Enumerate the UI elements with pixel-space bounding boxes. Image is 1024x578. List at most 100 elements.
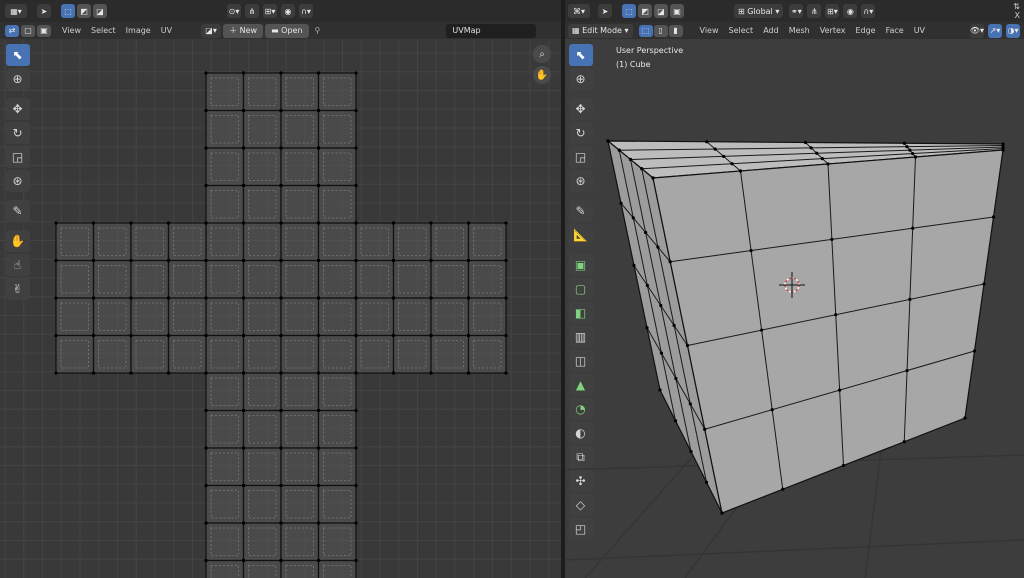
loop-cut-icon[interactable]: ▥ [568, 326, 593, 348]
uv-vertex [504, 296, 508, 300]
knife-icon[interactable]: ◫ [568, 350, 593, 372]
select-box-icon[interactable]: ⬉ [568, 44, 593, 66]
snap-increment-icon[interactable]: ⊞▾ [263, 4, 277, 18]
annotate-icon[interactable]: ✎ [5, 200, 30, 222]
menu-mesh[interactable]: Mesh [784, 22, 815, 39]
smooth-icon[interactable]: ◐ [568, 422, 593, 444]
select-extra-icon[interactable]: ▣ [670, 4, 684, 18]
uv-sync-icon[interactable]: ⇄ [5, 24, 19, 37]
editor-type-icon[interactable]: ⌘▾ [568, 4, 590, 18]
menu-vertex[interactable]: Vertex [815, 22, 851, 39]
editor-type-icon[interactable]: ▦▾ [5, 4, 27, 18]
falloff-icon[interactable]: ∩▾ [861, 4, 876, 18]
overlays-icon[interactable]: ◑▾ [1006, 23, 1020, 38]
uv-sticky-icon[interactable]: ▣ [37, 24, 51, 37]
transform-icon[interactable]: ⊛ [568, 170, 593, 192]
uv-island-icon[interactable]: ▢ [21, 24, 35, 37]
edge-select-icon[interactable]: ◩ [638, 4, 652, 18]
pan-hand-icon[interactable]: ✋ [533, 66, 551, 84]
uv-face [242, 522, 282, 562]
uv-vertex [504, 221, 508, 225]
select-box-icon[interactable]: ⬉ [5, 44, 30, 66]
uv-face [167, 259, 207, 299]
vertex-select-icon[interactable]: ⬚ [61, 4, 75, 18]
scale-icon[interactable]: ◲ [5, 146, 30, 168]
uv-face [242, 559, 282, 578]
menu-select[interactable]: Select [86, 22, 121, 39]
split-icon[interactable]: ⇅ [1013, 2, 1020, 11]
face-select-icon[interactable]: ◪ [93, 4, 107, 18]
annotate-icon[interactable]: ✎ [568, 200, 593, 222]
scale-icon[interactable]: ◲ [568, 146, 593, 168]
extrude-icon[interactable]: ▣ [568, 254, 593, 276]
shear-icon[interactable]: ◇ [568, 494, 593, 516]
uv-vertex [354, 108, 358, 113]
shrink-fatten-icon[interactable]: ✣ [568, 470, 593, 492]
sync-selection-icon[interactable]: ➤ [37, 4, 51, 18]
orientation-dropdown[interactable]: ⊞ Global ▾ [734, 4, 784, 18]
gizmo-icon[interactable]: ↗▾ [988, 23, 1002, 38]
uv-vertex [316, 296, 321, 300]
close-button[interactable]: X [1015, 11, 1020, 20]
transform-icon[interactable]: ⊛ [5, 170, 30, 192]
menu-uv[interactable]: UV [909, 22, 930, 39]
poly-build-icon[interactable]: ▲ [568, 374, 593, 396]
menu-face[interactable]: Face [881, 22, 909, 39]
mesh-vertex [905, 145, 909, 149]
uv-face [242, 484, 282, 524]
snap-increment-icon[interactable]: ⊞▾ [825, 4, 840, 18]
new-image-button[interactable]: ＋ New [223, 23, 264, 38]
visibility-icon[interactable]: 👁▾ [969, 23, 984, 38]
uv-vertex [279, 408, 283, 413]
rotate-icon[interactable]: ↻ [568, 122, 593, 144]
spin-icon[interactable]: ◔ [568, 398, 593, 420]
pinch-icon[interactable]: ✌ [5, 278, 30, 300]
face-select-icon[interactable]: ◪ [654, 4, 668, 18]
open-image-button[interactable]: ▬ Open [265, 23, 309, 38]
snap-icon[interactable]: ⋔ [245, 4, 259, 18]
vertex-mode-icon[interactable]: ⬚ [638, 24, 653, 37]
proportional-edit-icon[interactable]: ◉ [281, 4, 295, 18]
menu-view[interactable]: View [695, 22, 724, 39]
bevel-icon[interactable]: ◧ [568, 302, 593, 324]
pivot-icon[interactable]: ⊙▾ [227, 4, 241, 18]
inset-icon[interactable]: ▢ [568, 278, 593, 300]
measure-icon[interactable]: 📐 [568, 224, 593, 246]
cursor-icon[interactable]: ⊕ [568, 68, 593, 90]
rotate-icon[interactable]: ↻ [5, 122, 30, 144]
relax-icon[interactable]: ☝ [5, 254, 30, 276]
viewport-canvas[interactable] [565, 0, 1024, 578]
menu-uv[interactable]: UV [156, 22, 177, 39]
pin-icon[interactable]: ⚲ [315, 26, 321, 35]
menu-select[interactable]: Select [724, 22, 759, 39]
mesh-vertex [672, 323, 676, 328]
move-icon[interactable]: ✥ [568, 98, 593, 120]
vertex-select-icon[interactable]: ⬚ [622, 4, 636, 18]
pivot-icon[interactable]: ⚭▾ [789, 4, 804, 18]
menu-add[interactable]: Add [758, 22, 784, 39]
move-icon[interactable]: ✥ [5, 98, 30, 120]
uv-face [280, 409, 320, 449]
edge-select-icon[interactable]: ◩ [77, 4, 91, 18]
menu-view[interactable]: View [57, 22, 86, 39]
edge-mode-icon[interactable]: ▯ [653, 24, 668, 37]
menu-image[interactable]: Image [121, 22, 156, 39]
uv-canvas[interactable] [0, 0, 561, 578]
menu-edge[interactable]: Edge [850, 22, 880, 39]
zoom-icon[interactable]: ⌕ [533, 45, 551, 63]
rip-icon[interactable]: ◰ [568, 518, 593, 540]
cursor-icon[interactable]: ⊕ [5, 68, 30, 90]
play-icon[interactable]: ➤ [598, 4, 612, 18]
uv-face [317, 297, 357, 337]
uvmap-field[interactable]: UVMap [446, 23, 537, 38]
image-browse-icon[interactable]: ◪▾ [201, 23, 222, 38]
falloff-icon[interactable]: ∩▾ [299, 4, 313, 18]
face-mode-icon[interactable]: ▮ [668, 24, 683, 37]
grab-icon[interactable]: ✋ [5, 230, 30, 252]
uv-vertex [241, 296, 246, 300]
snap-icon[interactable]: ⋔ [807, 4, 822, 18]
edge-slide-icon[interactable]: ⧉ [568, 446, 593, 468]
proportional-edit-icon[interactable]: ◉ [843, 4, 858, 18]
mode-dropdown[interactable]: ▦ Edit Mode ▾ [568, 23, 633, 38]
area-divider[interactable] [561, 0, 565, 578]
